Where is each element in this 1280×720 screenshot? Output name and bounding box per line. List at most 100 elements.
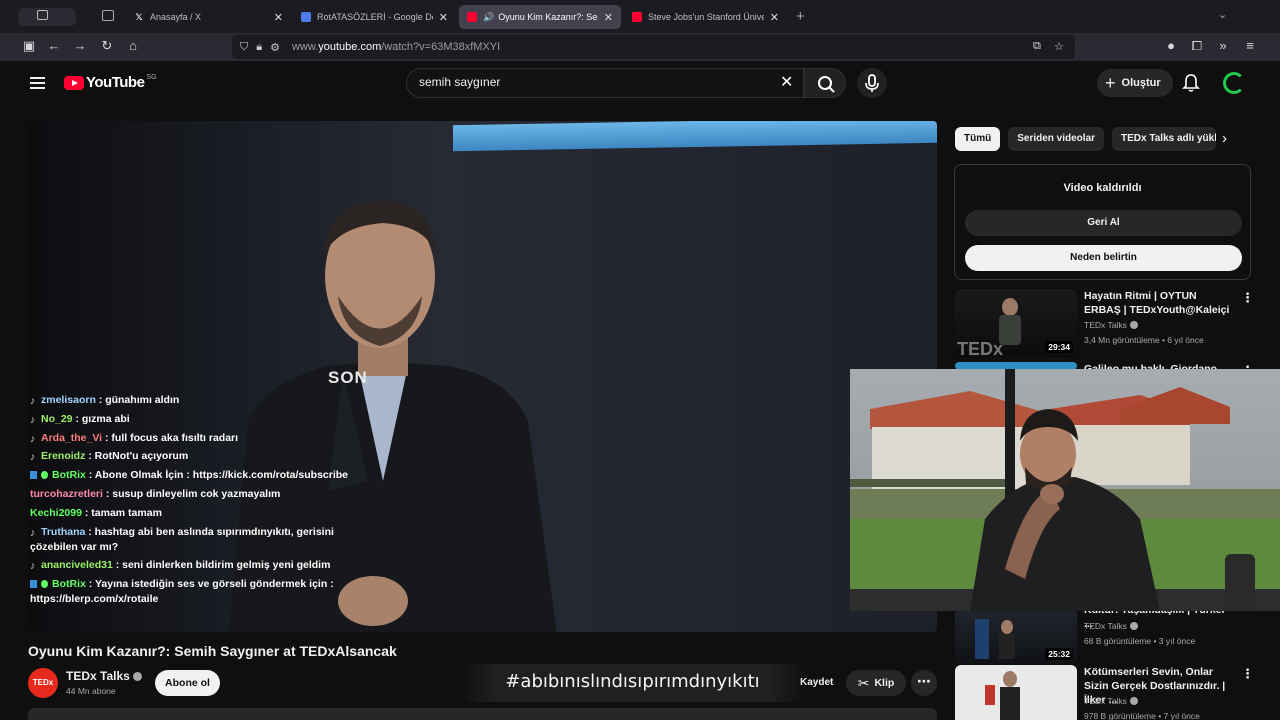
chat-user: turcohazretleri xyxy=(30,487,103,500)
subscribe-button[interactable]: Abone ol xyxy=(155,670,220,696)
chevron-down-icon[interactable]: ⌄ xyxy=(1218,8,1227,21)
channel-avatar[interactable]: TEDx xyxy=(28,668,58,698)
new-tab-icon[interactable]: + xyxy=(796,8,805,25)
chat-text: : susup dinleyelim cok yazmayalım xyxy=(105,487,281,500)
chat-badge-icon: ♪ xyxy=(30,432,36,445)
channel-name[interactable]: TEDx Talks xyxy=(1084,696,1138,706)
url-domain: youtube.com xyxy=(318,41,382,53)
country-code: SG xyxy=(146,74,157,81)
app-menu-icon[interactable]: ≡ xyxy=(1241,38,1259,53)
address-bar[interactable]: ⛉ 🔒︎ ⚙ www.youtube.com/watch?v=63M38xfMX… xyxy=(232,35,1075,59)
video-title[interactable]: Hayatın Ritmi | OYTUN ERBAŞ | TEDxYouth@… xyxy=(1084,289,1234,317)
account-avatar[interactable] xyxy=(1223,72,1245,94)
extensions-puzzle-icon[interactable]: ⧠ xyxy=(1188,38,1206,54)
recommendation-item[interactable]: TEDx 29:34 Hayatın Ritmi | OYTUN ERBAŞ |… xyxy=(955,289,1254,359)
tell-us-why-button[interactable]: Neden belirtin xyxy=(965,245,1242,271)
clear-search-icon[interactable]: ✕ xyxy=(780,72,793,92)
tab-title: Steve Jobs'un Stanford Üniversitesi xyxy=(648,12,764,22)
extension-icon[interactable]: ● xyxy=(1162,38,1180,53)
close-tab-icon[interactable]: ✕ xyxy=(274,11,283,24)
chat-badge-icon: ♪ xyxy=(30,526,36,539)
recommendation-item[interactable]: Kötümserleri Sevin, Onlar Sizin Gerçek D… xyxy=(955,665,1254,720)
tab-youtube-jobs[interactable]: Steve Jobs'un Stanford Üniversitesi ✕ xyxy=(624,5,787,29)
channel-name[interactable]: TEDx Talks xyxy=(1084,621,1138,631)
reload-icon[interactable]: ↻ xyxy=(98,38,116,54)
youtube-icon xyxy=(632,12,642,22)
undo-button[interactable]: Geri Al xyxy=(965,210,1242,236)
chip-series[interactable]: Seriden videolar xyxy=(1008,127,1105,151)
home-icon[interactable]: ⌂ xyxy=(124,38,142,53)
chat-message: ♪ zmelisaorn : günahımı aldın xyxy=(30,393,350,408)
overflow-chevron-icon[interactable]: » xyxy=(1214,38,1232,53)
voice-search-button[interactable] xyxy=(857,68,887,98)
chat-text: : günahımı aldın xyxy=(98,394,180,406)
lock-icon[interactable]: 🔒︎ xyxy=(256,41,262,54)
search-input[interactable] xyxy=(419,75,759,89)
chat-message: ♪ Truthana : hashtag abi ben aslında sıpı… xyxy=(30,525,350,555)
channel-name[interactable]: TEDx Talks xyxy=(66,669,143,683)
tab-x[interactable]: 𝕏 Anasayfa / X ✕ xyxy=(126,5,291,29)
create-button[interactable]: + Oluştur xyxy=(1097,69,1173,97)
tab-title: Oyunu Kim Kazanır?: Semih xyxy=(498,12,598,22)
clip-button[interactable]: ✂ Klip xyxy=(846,670,906,696)
youtube-logo[interactable]: YouTube SG xyxy=(64,74,157,91)
removed-heading: Video kaldırıldı xyxy=(1063,182,1142,194)
chip-uploader[interactable]: TEDx Talks adlı yükleyiciden xyxy=(1112,127,1217,151)
channel-name-text: TEDx Talks xyxy=(66,669,130,683)
verified-icon xyxy=(1129,622,1138,630)
more-options-icon[interactable]: ⋮ xyxy=(1241,290,1254,306)
channel-name[interactable]: TEDx Talks xyxy=(1084,320,1138,330)
sidebar-panel-icon[interactable]: ▣ xyxy=(20,38,38,54)
more-actions-button[interactable]: ⋯ xyxy=(911,670,937,696)
youtube-wordmark: YouTube xyxy=(86,74,145,91)
tab-google-docs[interactable]: RotATASÖZLERİ - Google Dokümanlar ✕ xyxy=(293,5,456,29)
tab-title: Anasayfa / X xyxy=(150,12,202,22)
hamburger-menu-icon[interactable] xyxy=(30,77,45,89)
more-options-icon[interactable]: ⋮ xyxy=(1241,666,1254,682)
url-text[interactable]: www.youtube.com/watch?v=63M38xfMXYI xyxy=(292,41,500,53)
shield-icon[interactable]: ⛉ xyxy=(240,41,248,54)
video-duration: 29:34 xyxy=(1045,341,1073,353)
chevron-right-icon[interactable]: › xyxy=(1222,130,1227,147)
chat-message: BotRix : Abone Olmak İçin : https://kick… xyxy=(30,468,350,483)
chat-message: BotRix : Yayına istediğin ses ve görseli… xyxy=(30,577,350,607)
filter-chips: Tümü Seriden videolar TEDx Talks adlı yü… xyxy=(955,127,1224,151)
chat-message: ♪ Arda_the_Vi : full focus aka fısıltı ra… xyxy=(30,431,350,446)
permissions-icon[interactable]: ⚙ xyxy=(270,41,280,54)
streamer-webcam xyxy=(850,369,1280,611)
save-button[interactable]: Kaydet xyxy=(800,677,833,688)
tab-overview-icon[interactable] xyxy=(102,10,114,21)
clip-label: Klip xyxy=(874,677,895,689)
microphone-icon xyxy=(865,74,879,92)
recommendation-item[interactable]: 25:32 Kültür: Yaşamdaşlık | Türker ... T… xyxy=(955,603,1252,673)
video-thumbnail[interactable]: TEDx 29:34 xyxy=(955,289,1077,357)
sidebar-icon[interactable] xyxy=(37,10,48,20)
video-removed-card: Video kaldırıldı Geri Al Neden belirtin xyxy=(954,164,1251,280)
bookmark-star-icon[interactable]: ☆ xyxy=(1054,40,1064,53)
video-thumbnail[interactable] xyxy=(955,665,1077,720)
picture-in-picture-icon[interactable]: ⧉ xyxy=(1033,40,1041,53)
verified-icon xyxy=(133,672,143,681)
chat-user: BotRix xyxy=(52,578,86,591)
forward-icon[interactable]: → xyxy=(71,38,89,53)
chat-message: Kechi2099 : tamam tamam xyxy=(30,506,350,521)
speaker-icon[interactable]: 🔊 xyxy=(483,12,494,23)
chat-message: ♪ Erenoidz : RotNot'u açıyorum xyxy=(30,449,350,464)
tab-youtube-active[interactable]: 🔊 Oyunu Kim Kazanır?: Semih ✕ xyxy=(459,5,621,29)
close-tab-icon[interactable]: ✕ xyxy=(439,11,448,24)
description-box[interactable] xyxy=(28,708,937,720)
close-tab-icon[interactable]: ✕ xyxy=(770,11,779,24)
x-logo-icon: 𝕏 xyxy=(135,12,143,22)
chat-text: : seni dinlerken bildirim gelmiş yeni ge… xyxy=(115,559,331,572)
search-button[interactable] xyxy=(804,68,846,98)
thumbnail-image xyxy=(985,671,1020,720)
url-path: /watch?v=63M38xfMXYI xyxy=(381,41,501,53)
youtube-icon xyxy=(467,12,477,22)
back-icon[interactable]: ← xyxy=(45,38,63,53)
video-thumbnail[interactable]: 25:32 xyxy=(955,609,1077,664)
channel-name-text: TEDx Talks xyxy=(1084,696,1127,706)
chat-message: turcohazretleri : susup dinleyelim cok y… xyxy=(30,487,350,502)
notifications-bell-icon[interactable] xyxy=(1182,73,1200,98)
close-tab-icon[interactable]: ✕ xyxy=(604,11,613,24)
chip-all[interactable]: Tümü xyxy=(955,127,1001,151)
